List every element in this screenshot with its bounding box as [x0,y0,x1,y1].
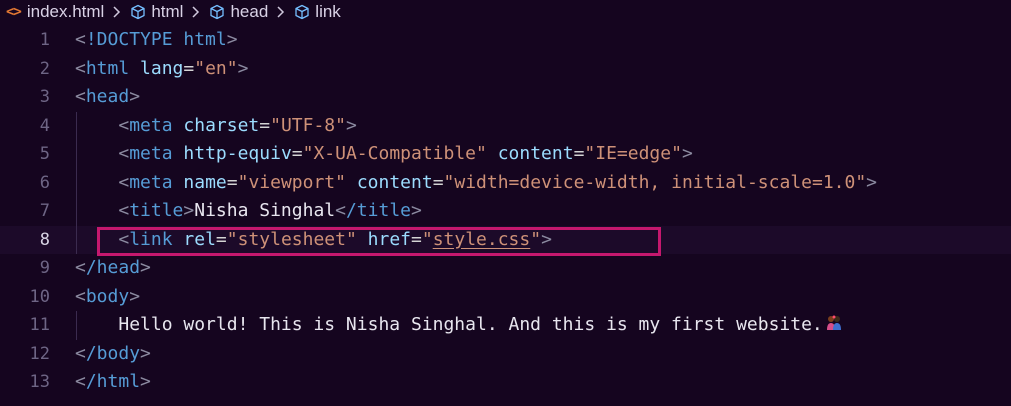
line-number: 8 [39,229,50,250]
html-file-icon: <> [6,4,22,20]
line-content: <link rel="stylesheet" href="style.css"> [118,228,552,250]
line-number: 13 [29,372,50,392]
line-number: 2 [39,58,50,79]
line-content: <meta name="viewport" content="width=dev… [118,171,878,193]
code-line-current[interactable]: 8 <link rel="stylesheet" href="style.css… [0,225,1011,254]
attr-value: "X-UA-Compatible" [302,143,487,164]
code-line[interactable]: 2 <html lang="en"> [0,55,1011,84]
breadcrumb-item-label: link [315,2,341,21]
line-content: <meta charset="UTF-8"> [118,114,357,136]
tag-name: meta [129,171,173,193]
breadcrumb-item-html[interactable]: html [130,2,183,22]
breadcrumb-item-label: head [230,2,269,21]
attr-name: href [367,228,412,250]
breadcrumb-file[interactable]: <> index.html [6,2,104,22]
stylesheet-link[interactable]: style.css [433,229,531,250]
code-line[interactable]: 11 Hello world! This is Nisha Singhal. A… [0,311,1011,340]
tag-name: /body [85,342,141,364]
line-number: 11 [29,315,50,335]
code-line[interactable]: 3 <head> [0,83,1011,112]
line-number: 5 [39,144,50,164]
tag-name: html [85,57,130,79]
code-line[interactable]: 12 </body> [0,340,1011,369]
line-number: 1 [39,30,50,50]
code-editor: <> index.html html head link 1 <!DOCTYPE… [0,0,1011,406]
tag-name: link [129,228,173,250]
line-number: 10 [29,286,50,307]
attr-value: "en" [194,57,238,79]
attr-value: "width=device-width, initial-scale=1.0" [443,171,867,193]
line-content: <body> [75,285,141,307]
line-content: </html> [75,371,151,392]
line-content: </body> [75,342,151,364]
attr-name: lang [140,57,184,79]
tag-name: meta [129,143,173,164]
chevron-right-icon [111,5,123,19]
tag-name: /html [85,371,141,392]
line-content: <head> [75,86,141,107]
cube-icon [209,4,225,20]
tag-name: /head [85,257,141,278]
line-number: 4 [39,115,50,136]
attr-name: content [356,171,433,193]
breadcrumb: <> index.html html head link [0,0,1011,24]
attr-name: rel [183,228,216,250]
cube-icon [130,4,146,20]
line-number: 6 [39,172,50,193]
cube-icon [294,4,310,20]
chevron-right-icon [275,5,287,19]
breadcrumb-item-label: html [151,2,184,21]
attr-value: "stylesheet" [226,228,357,250]
line-content: Hello world! This is Nisha Singhal. And … [75,311,843,340]
tag-name: meta [129,114,173,136]
attr-name: charset [183,114,260,136]
line-number: 9 [39,258,50,278]
title-text: Nisha Singhal [194,200,336,221]
doctype-keyword: !DOCTYPE [85,29,173,50]
line-number: 3 [39,87,50,107]
attr-value: "IE=edge" [584,143,682,164]
attr-name: http-equiv [183,143,292,164]
breadcrumb-item-head[interactable]: head [209,2,268,22]
tag-bracket: > [226,29,238,50]
breadcrumb-file-label: index.html [26,2,105,21]
breadcrumb-item-link[interactable]: link [294,2,341,22]
tag-name: title [129,200,184,221]
line-number: 7 [39,201,50,221]
code-area[interactable]: 1 <!DOCTYPE html> 2 <html lang="en"> 3 <… [0,26,1011,397]
chevron-right-icon [190,5,202,19]
code-line[interactable]: 10 <body> [0,283,1011,312]
code-line[interactable]: 1 <!DOCTYPE html> [0,26,1011,55]
attr-name: content [497,143,574,164]
attr-value-quote: " [530,228,542,250]
line-content: <!DOCTYPE html> [75,26,238,55]
line-number: 12 [29,343,50,364]
code-line[interactable]: 9 </head> [0,254,1011,283]
line-content: <meta http-equiv="X-UA-Compatible" conte… [118,143,693,164]
code-line[interactable]: 4 <meta charset="UTF-8"> [0,111,1011,140]
attr-value: "UTF-8" [270,114,346,136]
body-text: Hello world! This is Nisha Singhal. And … [118,314,823,335]
attr-value: "viewport" [237,171,346,193]
attr-name: name [183,171,227,193]
code-line[interactable]: 13 </html> [0,368,1011,397]
line-content: <html lang="en"> [75,57,249,79]
code-line[interactable]: 5 <meta http-equiv="X-UA-Compatible" con… [0,140,1011,169]
couple-emoji-icon [825,314,843,332]
tag-name: head [85,86,130,107]
line-content: </head> [75,257,151,278]
tag-name: body [85,285,130,307]
doctype-value: html [172,29,227,50]
line-content: <title>Nisha Singhal</title> [118,200,422,221]
code-line[interactable]: 6 <meta name="viewport" content="width=d… [0,168,1011,197]
code-line[interactable]: 7 <title>Nisha Singhal</title> [0,197,1011,226]
tag-bracket: < [75,29,86,50]
tag-name: /title [345,200,411,221]
attr-value-quote: " [421,228,433,250]
